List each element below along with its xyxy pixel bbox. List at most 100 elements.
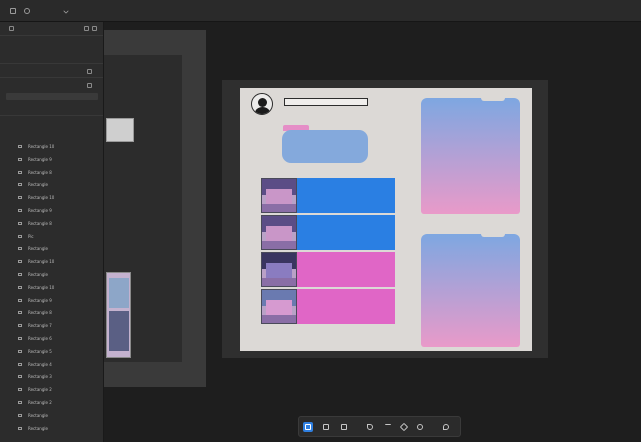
layer-name: Rectangle 9 xyxy=(28,208,52,213)
top-toolbar xyxy=(0,0,641,22)
left-preview-image[interactable] xyxy=(106,272,131,358)
layer-row[interactable]: Rectangle xyxy=(6,180,100,189)
layer-row[interactable]: Pic xyxy=(6,232,100,241)
plus-icon[interactable] xyxy=(87,83,92,88)
user-silhouette-icon[interactable] xyxy=(251,93,273,115)
layer-row[interactable]: Rectangle 6 xyxy=(6,334,100,343)
layer-row[interactable]: Rectangle 3 xyxy=(6,372,100,381)
blue-card[interactable] xyxy=(282,130,368,163)
page-section xyxy=(0,64,103,78)
name-text-field[interactable] xyxy=(284,98,368,106)
thumbnail-image[interactable] xyxy=(261,215,297,250)
gradient-card-bottom[interactable] xyxy=(421,234,520,347)
add-page-icon[interactable] xyxy=(87,69,92,74)
page-item-selected[interactable] xyxy=(6,93,98,100)
layer-row[interactable]: Rectangle xyxy=(6,270,100,279)
layer-row[interactable]: Rectangle xyxy=(6,411,100,420)
frame-tool-icon[interactable] xyxy=(321,422,331,432)
layer-name: Rectangle xyxy=(28,425,48,431)
layer-name: Rectangle 4 xyxy=(28,361,52,367)
rectangle-icon xyxy=(18,145,22,148)
layer-row[interactable]: Rectangle 9 xyxy=(6,155,100,164)
layer-row[interactable]: Rectangle 5 xyxy=(6,347,100,356)
thumbnail-image[interactable] xyxy=(261,252,297,287)
layer-name: Rectangle xyxy=(28,412,48,418)
rectangle-icon xyxy=(18,375,22,379)
layer-name: Rectangle 10 xyxy=(28,144,55,149)
file-section xyxy=(0,36,103,64)
shape-tool-icon[interactable] xyxy=(339,422,349,432)
hand-tool-icon[interactable] xyxy=(415,422,425,432)
layer-name: Rectangle 6 xyxy=(28,336,52,341)
layer-name: Rectangle 7 xyxy=(28,323,52,329)
layer-name: Rectangle 9 xyxy=(28,156,52,162)
layers-panel: Rectangle 10 Rectangle 9 Rectangle 8 Rectan… xyxy=(0,22,104,442)
blue-bar[interactable] xyxy=(297,215,395,250)
layer-row[interactable]: Rectangle 10 xyxy=(6,257,100,266)
rectangle-icon xyxy=(18,183,22,187)
blue-bar[interactable] xyxy=(297,178,395,213)
component-icon[interactable] xyxy=(399,422,409,432)
thumbnail-image[interactable] xyxy=(261,289,297,324)
layer-name: Pic xyxy=(28,233,34,239)
layer-name: Rectangle 10 xyxy=(28,284,55,290)
layer-name: Rectangle xyxy=(28,182,48,188)
layer-name: Rectangle 5 xyxy=(28,348,52,354)
bottom-toolbar xyxy=(298,416,461,437)
layer-row[interactable]: Rectangle xyxy=(6,424,100,433)
layer-name: Rectangle 10 xyxy=(28,195,55,201)
rectangle-icon xyxy=(18,170,22,174)
rectangle-icon xyxy=(18,298,22,302)
rectangle-icon xyxy=(18,157,22,161)
layer-row[interactable]: Rectangle 10 xyxy=(6,193,100,202)
pages-section xyxy=(0,78,103,116)
rectangle-icon xyxy=(18,209,22,212)
rectangle-icon xyxy=(18,260,22,264)
layer-row[interactable]: Rectangle xyxy=(6,244,100,253)
move-tool-icon[interactable] xyxy=(303,422,313,432)
rectangle-icon xyxy=(18,337,22,340)
thumbnail-image[interactable] xyxy=(261,178,297,213)
layer-row[interactable]: Rectangle 10 xyxy=(6,142,100,151)
text-tool-icon[interactable] xyxy=(383,422,393,432)
rectangle-icon xyxy=(18,196,22,200)
layer-name: Rectangle 2 xyxy=(28,400,52,405)
rectangle-icon xyxy=(18,362,22,366)
layer-row[interactable]: Rectangle 8 xyxy=(6,168,100,177)
layer-row[interactable]: Rectangle 2 xyxy=(6,385,100,394)
layer-name: Rectangle 8 xyxy=(28,310,52,316)
layer-row[interactable]: Rectangle 9 xyxy=(6,206,100,215)
pink-bar[interactable] xyxy=(297,252,395,287)
layer-row[interactable]: Rectangle 9 xyxy=(6,296,100,305)
layer-name: Rectangle 9 xyxy=(28,297,52,303)
layer-name: Rectangle 2 xyxy=(28,387,52,393)
layer-name: Rectangle 10 xyxy=(28,259,55,265)
layer-name: Rectangle xyxy=(28,246,48,252)
layer-row[interactable]: Rectangle 8 xyxy=(6,219,100,228)
chevron-down-icon[interactable] xyxy=(63,8,69,14)
layer-row[interactable]: Rectangle 7 xyxy=(6,321,100,330)
rectangle-icon xyxy=(18,221,22,225)
grid-icon[interactable] xyxy=(10,8,16,14)
rectangle-icon xyxy=(18,234,22,238)
rectangle-icon xyxy=(18,426,22,430)
panel-header xyxy=(0,22,103,36)
pink-bar[interactable] xyxy=(297,289,395,324)
layer-name: Rectangle xyxy=(28,272,48,277)
layer-name: Rectangle 3 xyxy=(28,374,52,380)
rectangle-icon xyxy=(18,285,22,289)
rectangle-icon xyxy=(18,413,22,417)
gradient-card-top[interactable] xyxy=(421,98,520,214)
layer-row[interactable]: Rectangle 10 xyxy=(6,283,100,292)
pen-tool-icon[interactable] xyxy=(365,422,375,432)
rectangle-icon xyxy=(18,247,22,251)
layer-row[interactable]: Rectangle 8 xyxy=(6,308,100,317)
left-preview-card[interactable] xyxy=(106,118,134,142)
layer-name: Rectangle 8 xyxy=(28,169,52,175)
move-icon[interactable] xyxy=(24,8,30,14)
comment-icon[interactable] xyxy=(441,422,451,432)
rectangle-icon xyxy=(18,349,22,353)
layer-row[interactable]: Rectangle 4 xyxy=(6,360,100,369)
layer-row[interactable]: Rectangle 2 xyxy=(6,398,100,407)
rectangle-icon xyxy=(18,273,22,276)
